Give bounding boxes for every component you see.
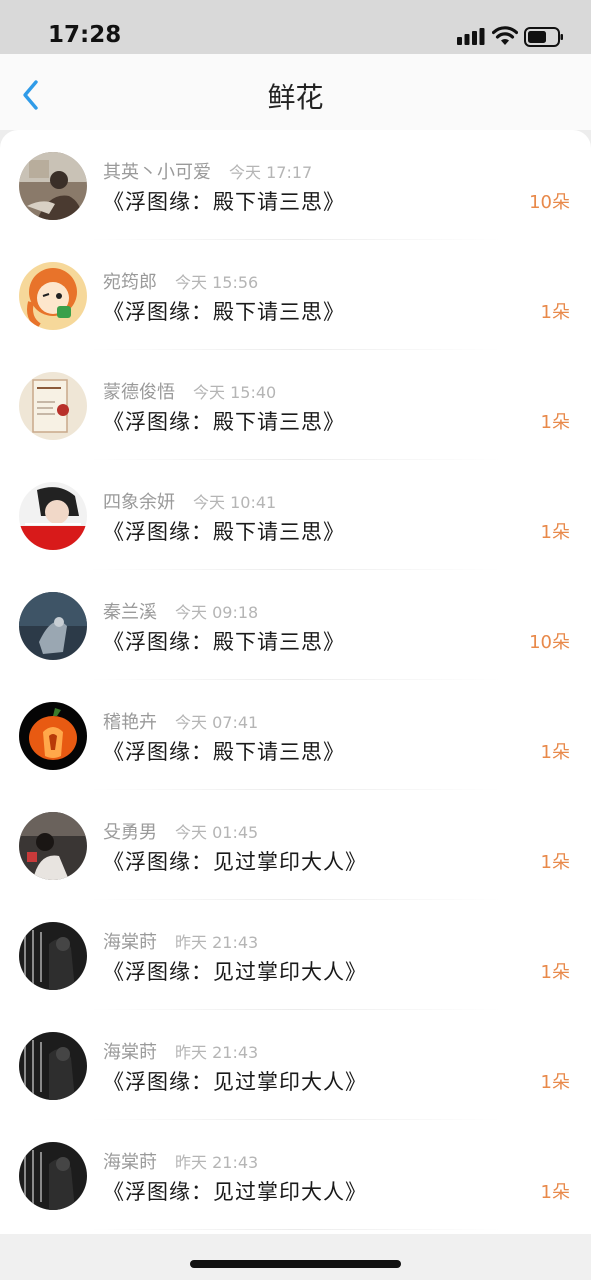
list-item[interactable]: 海棠莳 昨天 21:43 《浮图缘：见过掌印大人》 1朵: [0, 1120, 591, 1230]
flower-count: 1朵: [540, 522, 570, 543]
timestamp: 今天 15:40: [193, 383, 277, 402]
flower-list: 其英丶小可爱 今天 17:17 《浮图缘：殿下请三思》 10朵 宛筠郎 今天 15:…: [0, 130, 591, 1234]
user-name[interactable]: 其英丶小可爱: [103, 162, 211, 183]
home-indicator[interactable]: [190, 1260, 401, 1268]
book-title[interactable]: 《浮图缘：殿下请三思》: [103, 626, 345, 656]
user-name[interactable]: 殳勇男: [103, 822, 157, 843]
row-meta: 殳勇男 今天 01:45: [103, 818, 258, 844]
avatar-image: [19, 922, 87, 990]
flower-count: 1朵: [540, 302, 570, 323]
row-meta: 宛筠郎 今天 15:56: [103, 268, 258, 294]
avatar-image: [19, 372, 87, 440]
user-name[interactable]: 宛筠郎: [103, 272, 157, 293]
row-meta: 秦兰溪 今天 09:18: [103, 598, 258, 624]
timestamp: 昨天 21:43: [175, 933, 259, 952]
row-meta: 稽艳卉 今天 07:41: [103, 708, 258, 734]
avatar[interactable]: [19, 482, 87, 550]
row-meta: 海棠莳 昨天 21:43: [103, 1148, 258, 1174]
book-title[interactable]: 《浮图缘：见过掌印大人》: [103, 956, 367, 986]
user-name[interactable]: 稽艳卉: [103, 712, 157, 733]
user-name[interactable]: 秦兰溪: [103, 602, 157, 623]
row-meta: 其英丶小可爱 今天 17:17: [103, 158, 312, 184]
avatar[interactable]: [19, 922, 87, 990]
status-time: 17:28: [48, 22, 122, 48]
list-item[interactable]: 稽艳卉 今天 07:41 《浮图缘：殿下请三思》 1朵: [0, 680, 591, 790]
nav-bar: 鲜花: [0, 54, 591, 130]
battery-icon: [524, 27, 563, 47]
list-item[interactable]: 蒙德俊悟 今天 15:40 《浮图缘：殿下请三思》 1朵: [0, 350, 591, 460]
book-title[interactable]: 《浮图缘：殿下请三思》: [103, 186, 345, 216]
flower-count: 1朵: [540, 1072, 570, 1093]
timestamp: 今天 15:56: [175, 273, 259, 292]
flower-count: 10朵: [529, 632, 570, 653]
avatar[interactable]: [19, 702, 87, 770]
row-meta: 海棠莳 昨天 21:43: [103, 928, 258, 954]
avatar-image: [19, 262, 87, 330]
wifi-icon: [492, 26, 518, 45]
list-item[interactable]: 四象余妍 今天 10:41 《浮图缘：殿下请三思》 1朵: [0, 460, 591, 570]
list-item[interactable]: 其英丶小可爱 今天 17:17 《浮图缘：殿下请三思》 10朵: [0, 130, 591, 240]
avatar[interactable]: [19, 592, 87, 660]
timestamp: 昨天 21:43: [175, 1153, 259, 1172]
list-item[interactable]: 宛筠郎 今天 15:56 《浮图缘：殿下请三思》 1朵: [0, 240, 591, 350]
avatar[interactable]: [19, 372, 87, 440]
list-item[interactable]: 秦兰溪 今天 09:18 《浮图缘：殿下请三思》 10朵: [0, 570, 591, 680]
user-name[interactable]: 四象余妍: [103, 492, 175, 513]
book-title[interactable]: 《浮图缘：殿下请三思》: [103, 516, 345, 546]
list-item[interactable]: 殳勇男 今天 01:45 《浮图缘：见过掌印大人》 1朵: [0, 790, 591, 900]
avatar-image: [19, 152, 87, 220]
avatar-image: [19, 592, 87, 660]
book-title[interactable]: 《浮图缘：殿下请三思》: [103, 736, 345, 766]
home-bar-area: [0, 1234, 591, 1280]
user-name[interactable]: 海棠莳: [103, 1152, 157, 1173]
avatar-image: [19, 812, 87, 880]
timestamp: 今天 07:41: [175, 713, 259, 732]
flower-count: 1朵: [540, 742, 570, 763]
book-title[interactable]: 《浮图缘：殿下请三思》: [103, 406, 345, 436]
book-title[interactable]: 《浮图缘：见过掌印大人》: [103, 846, 367, 876]
row-meta: 海棠莳 昨天 21:43: [103, 1038, 258, 1064]
timestamp: 今天 01:45: [175, 823, 259, 842]
user-name[interactable]: 蒙德俊悟: [103, 382, 175, 403]
avatar[interactable]: [19, 812, 87, 880]
list-item[interactable]: 海棠莳 昨天 21:43 《浮图缘：见过掌印大人》 1朵: [0, 900, 591, 1010]
avatar[interactable]: [19, 262, 87, 330]
timestamp: 今天 09:18: [175, 603, 259, 622]
avatar-image: [19, 1032, 87, 1100]
flower-count: 1朵: [540, 852, 570, 873]
avatar-image: [19, 702, 87, 770]
flower-count: 1朵: [540, 412, 570, 433]
page-title: 鲜花: [267, 81, 324, 114]
timestamp: 昨天 21:43: [175, 1043, 259, 1062]
row-meta: 蒙德俊悟 今天 15:40: [103, 378, 276, 404]
avatar-image: [19, 1142, 87, 1210]
user-name[interactable]: 海棠莳: [103, 1042, 157, 1063]
status-bar: 17:28: [0, 0, 591, 54]
book-title[interactable]: 《浮图缘：见过掌印大人》: [103, 1066, 367, 1096]
signal-icon: [457, 28, 485, 45]
book-title[interactable]: 《浮图缘：见过掌印大人》: [103, 1176, 367, 1206]
avatar[interactable]: [19, 1032, 87, 1100]
timestamp: 今天 10:41: [193, 493, 277, 512]
user-name[interactable]: 海棠莳: [103, 932, 157, 953]
list-item[interactable]: 海棠莳 昨天 21:43 《浮图缘：见过掌印大人》 1朵: [0, 1010, 591, 1120]
flower-count: 1朵: [540, 962, 570, 983]
flower-count: 10朵: [529, 192, 570, 213]
row-meta: 四象余妍 今天 10:41: [103, 488, 276, 514]
avatar-image: [19, 482, 87, 550]
avatar[interactable]: [19, 1142, 87, 1210]
avatar[interactable]: [19, 152, 87, 220]
flower-count: 1朵: [540, 1182, 570, 1203]
book-title[interactable]: 《浮图缘：殿下请三思》: [103, 296, 345, 326]
timestamp: 今天 17:17: [229, 163, 313, 182]
